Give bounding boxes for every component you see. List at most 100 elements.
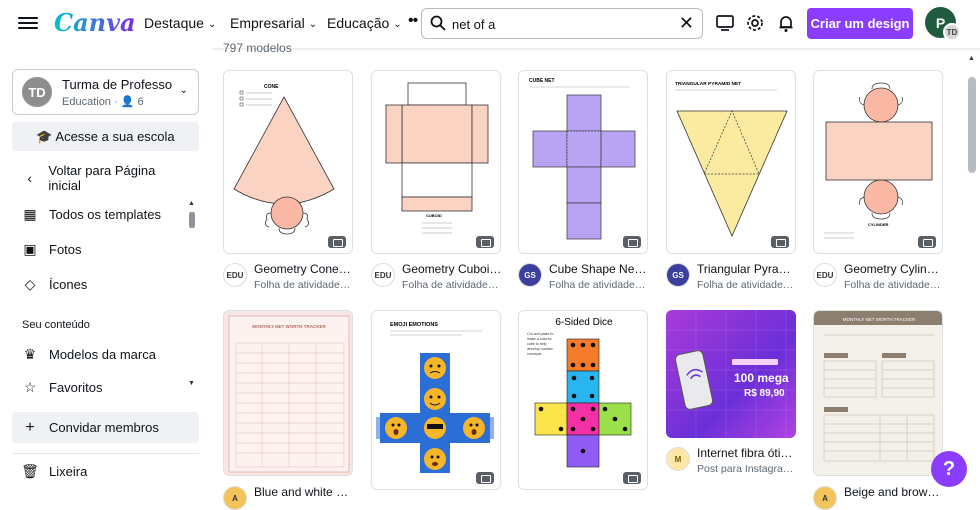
main-scrollbar[interactable]: ▲ [966,55,978,499]
chevron-down-icon: ⌄ [207,19,217,30]
close-icon[interactable]: ✕ [679,13,694,34]
internet-ad-illustration: 100 mega R$ 89,90 [666,310,796,438]
premium-badge-icon [476,472,494,484]
cuboid-net-illustration: CUBOID [385,82,489,234]
nav-educacao[interactable]: Educação ⌄ [327,15,402,31]
nav-empresarial[interactable]: Empresarial ⌄ [230,15,317,31]
template-title[interactable]: Geometry Cylind… [844,262,944,276]
sidebar-item-brand-models[interactable]: ♛ Modelos da marca [12,339,187,369]
back-home-link[interactable]: ‹ Voltar para Página inicial [12,163,187,193]
svg-text:R$ 89,90: R$ 89,90 [744,388,785,399]
invite-members-button[interactable]: + Convidar membros [12,412,199,443]
svg-text:Cut and paste to: Cut and paste to [527,332,553,336]
divider [12,453,199,454]
help-button[interactable]: ? [931,451,967,487]
search-box[interactable]: ✕ [421,8,703,39]
template-thumbnail[interactable]: CYLINDER [813,70,943,254]
cone-net-illustration: CONE [233,84,335,235]
team-name: Turma de Professo… [62,77,172,92]
team-subtitle: Education · 👤 6 [62,96,144,108]
template-title[interactable]: Triangular Pyram… [697,262,797,276]
avatar[interactable]: P TD [925,7,961,41]
sidebar-item-photos[interactable]: ▣ Fotos [12,234,187,264]
svg-text:cube to help: cube to help [527,342,547,346]
results-count: 797 modelos [223,41,292,55]
sidebar-scrollbar[interactable]: ▲ ▼ [186,200,198,396]
team-switcher[interactable]: TD Turma de Professo… Education · 👤 6 ⌄ [12,69,199,115]
grid-icon: ▦ [23,205,37,222]
template-thumbnail[interactable]: EMOJI EMOTIONS [371,310,501,490]
premium-badge-icon [623,472,641,484]
premium-badge-icon [476,236,494,248]
gear-icon[interactable] [745,13,765,33]
search-input[interactable] [452,14,672,34]
nav-destaque[interactable]: Destaque ⌄ [144,15,216,31]
svg-text:CUBE NET: CUBE NET [529,78,555,84]
menu-icon[interactable] [18,14,38,32]
bell-icon[interactable] [776,13,796,33]
template-title[interactable]: Beige and brown … [844,485,944,499]
svg-text:CUBOID: CUBOID [426,213,442,218]
emoji-cube-illustration: EMOJI EMOTIONS [376,322,494,473]
template-subtitle: Post para Instagram,… [697,463,797,475]
cube-net-illustration: CUBE NET [529,78,636,240]
shapes-icon: ◇ [24,275,36,292]
template-subtitle: Folha de atividades, … [697,279,797,291]
canva-logo[interactable]: Canva [54,8,136,37]
svg-text:develop number: develop number [527,347,554,351]
template-title[interactable]: Cube Shape Net … [549,262,649,276]
author-avatar: EDU [223,263,247,287]
template-title[interactable]: Internet fibra óti… [697,446,797,460]
desktop-icon[interactable] [715,13,735,33]
svg-text:make a colorful: make a colorful [527,337,552,341]
brand-icon: ♛ [23,345,37,362]
search-icon [430,15,446,31]
more-icon[interactable]: •• [408,12,418,30]
template-thumbnail[interactable]: CUBOID [371,70,501,254]
create-design-button[interactable]: Criar um design [807,8,913,39]
sidebar-item-favorites[interactable]: ☆ Favoritos [12,375,187,399]
template-thumbnail[interactable]: 100 mega R$ 89,90 [666,310,796,438]
template-title[interactable]: Geometry Cuboi… [402,262,502,276]
scrollbar-thumb[interactable] [968,77,976,173]
premium-badge-icon [918,236,936,248]
top-bar: Canva Destaque ⌄ Empresarial ⌄ Educação ⌄ •… [0,0,980,48]
author-avatar: EDU [371,263,395,287]
template-subtitle: Folha de atividades, … [549,279,649,291]
template-subtitle: Folha de atividades, … [402,279,502,291]
template-title[interactable]: Geometry Cone … [254,262,354,276]
template-thumbnail[interactable]: TRIANGULAR PYRAMID NET [666,70,796,254]
template-thumbnail[interactable]: MONTHLY NET WORTH TRACKER [223,310,353,476]
chevron-down-icon: ⌄ [308,19,318,30]
scrollbar-thumb[interactable] [189,212,195,228]
svg-text:100 mega: 100 mega [734,371,789,385]
scroll-up-icon[interactable]: ▲ [968,55,975,62]
svg-text:MONTHLY NET WORTH TRACKER: MONTHLY NET WORTH TRACKER [252,324,326,329]
svg-text:concepts: concepts [527,352,542,356]
sidebar-item-icons[interactable]: ◇ Ícones [12,269,187,299]
chevron-down-icon: ⌄ [393,19,402,30]
template-thumbnail[interactable]: 6-Sided Dice Cut and paste to make a col… [518,310,648,490]
content-heading: Seu conteúdo [22,319,90,331]
team-avatar-mini: TD [943,23,961,41]
image-icon: ▣ [23,240,37,257]
scroll-up-icon[interactable]: ▲ [188,200,195,207]
template-thumbnail[interactable]: MONTHLY NET WORTH TRACKER [813,310,943,476]
template-thumbnail[interactable]: CONE [223,70,353,254]
template-subtitle: Folha de atividades, … [254,279,354,291]
beige-tracker-illustration: MONTHLY NET WORTH TRACKER [814,311,942,462]
team-avatar: TD [22,77,52,107]
pyramid-net-illustration: TRIANGULAR PYRAMID NET [675,81,788,237]
svg-text:CONE: CONE [264,84,279,90]
author-avatar: GS [666,263,690,287]
svg-text:CYLINDER: CYLINDER [868,222,889,227]
tracker-illustration: MONTHLY NET WORTH TRACKER [228,315,350,473]
school-access-button[interactable]: 🎓 Acesse a sua escola [12,122,199,151]
author-avatar: A [813,486,837,510]
sidebar-item-templates[interactable]: ▦ Todos os templates [12,199,187,229]
chevron-down-icon: ⌄ [179,85,188,96]
scroll-down-icon[interactable]: ▼ [188,380,195,387]
template-title[interactable]: Blue and white m… [254,485,354,499]
sidebar-item-trash[interactable]: 🗑 Lixeira [12,456,187,486]
template-thumbnail[interactable]: CUBE NET [518,70,648,254]
